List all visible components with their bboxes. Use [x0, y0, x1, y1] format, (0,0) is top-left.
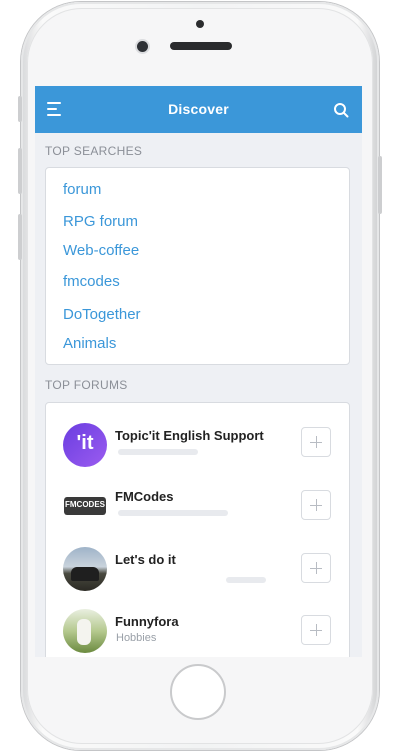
- topicit-logo: 'it: [63, 423, 107, 467]
- front-camera: [137, 41, 148, 52]
- side-button-volume-up: [18, 148, 22, 194]
- fmcodes-logo: FMCODES: [63, 484, 107, 528]
- search-icon[interactable]: [333, 102, 349, 118]
- search-item-forum[interactable]: forum: [63, 181, 101, 198]
- follow-button[interactable]: [301, 553, 331, 583]
- forum-name: Funnyfora: [115, 614, 179, 629]
- proximity-sensor: [196, 20, 204, 28]
- top-searches-heading: TOP SEARCHES: [45, 144, 143, 158]
- search-item-animals[interactable]: Animals: [63, 335, 116, 352]
- forum-row-lets-do-it[interactable]: Let's do it: [46, 541, 351, 601]
- forum-row-funnyfora[interactable]: Funnyfora Hobbies: [46, 603, 351, 657]
- search-item-rpg-forum[interactable]: RPG forum: [63, 213, 138, 230]
- search-item-fmcodes[interactable]: fmcodes: [63, 273, 120, 290]
- outdoor-photo: [63, 609, 107, 653]
- forum-name: Let's do it: [115, 552, 176, 567]
- home-button[interactable]: [170, 664, 226, 720]
- fmcodes-logo-text: FMCODES: [65, 500, 105, 509]
- forum-category: Hobbies: [116, 632, 157, 644]
- app-screen: Discover TOP SEARCHES forum RPG forum We…: [35, 86, 362, 657]
- top-searches-card: forum RPG forum Web-coffee fmcodes DoTog…: [45, 167, 350, 365]
- group-photo: [63, 547, 107, 591]
- earpiece-speaker: [170, 42, 232, 50]
- side-button-mute: [18, 96, 22, 122]
- side-button-power: [378, 156, 382, 214]
- topicit-logo-text: 'it: [76, 432, 94, 454]
- forum-name: Topic'it English Support: [115, 428, 264, 443]
- page-title: Discover: [168, 101, 229, 117]
- top-forums-card: 'it Topic'it English Support FMCODES FMC…: [45, 402, 350, 657]
- forum-name: FMCodes: [115, 489, 174, 504]
- subtitle-placeholder: [118, 510, 228, 516]
- app-header: Discover: [35, 86, 362, 133]
- subtitle-placeholder: [226, 577, 266, 583]
- side-button-volume-down: [18, 214, 22, 260]
- follow-button[interactable]: [301, 615, 331, 645]
- forum-row-topicit[interactable]: 'it Topic'it English Support: [46, 417, 351, 477]
- follow-button[interactable]: [301, 490, 331, 520]
- search-item-dotogether[interactable]: DoTogether: [63, 306, 141, 323]
- forum-row-fmcodes[interactable]: FMCODES FMCodes: [46, 478, 351, 538]
- subtitle-placeholder: [118, 449, 198, 455]
- follow-button[interactable]: [301, 427, 331, 457]
- search-item-web-coffee[interactable]: Web-coffee: [63, 242, 139, 259]
- top-forums-heading: TOP FORUMS: [45, 378, 128, 392]
